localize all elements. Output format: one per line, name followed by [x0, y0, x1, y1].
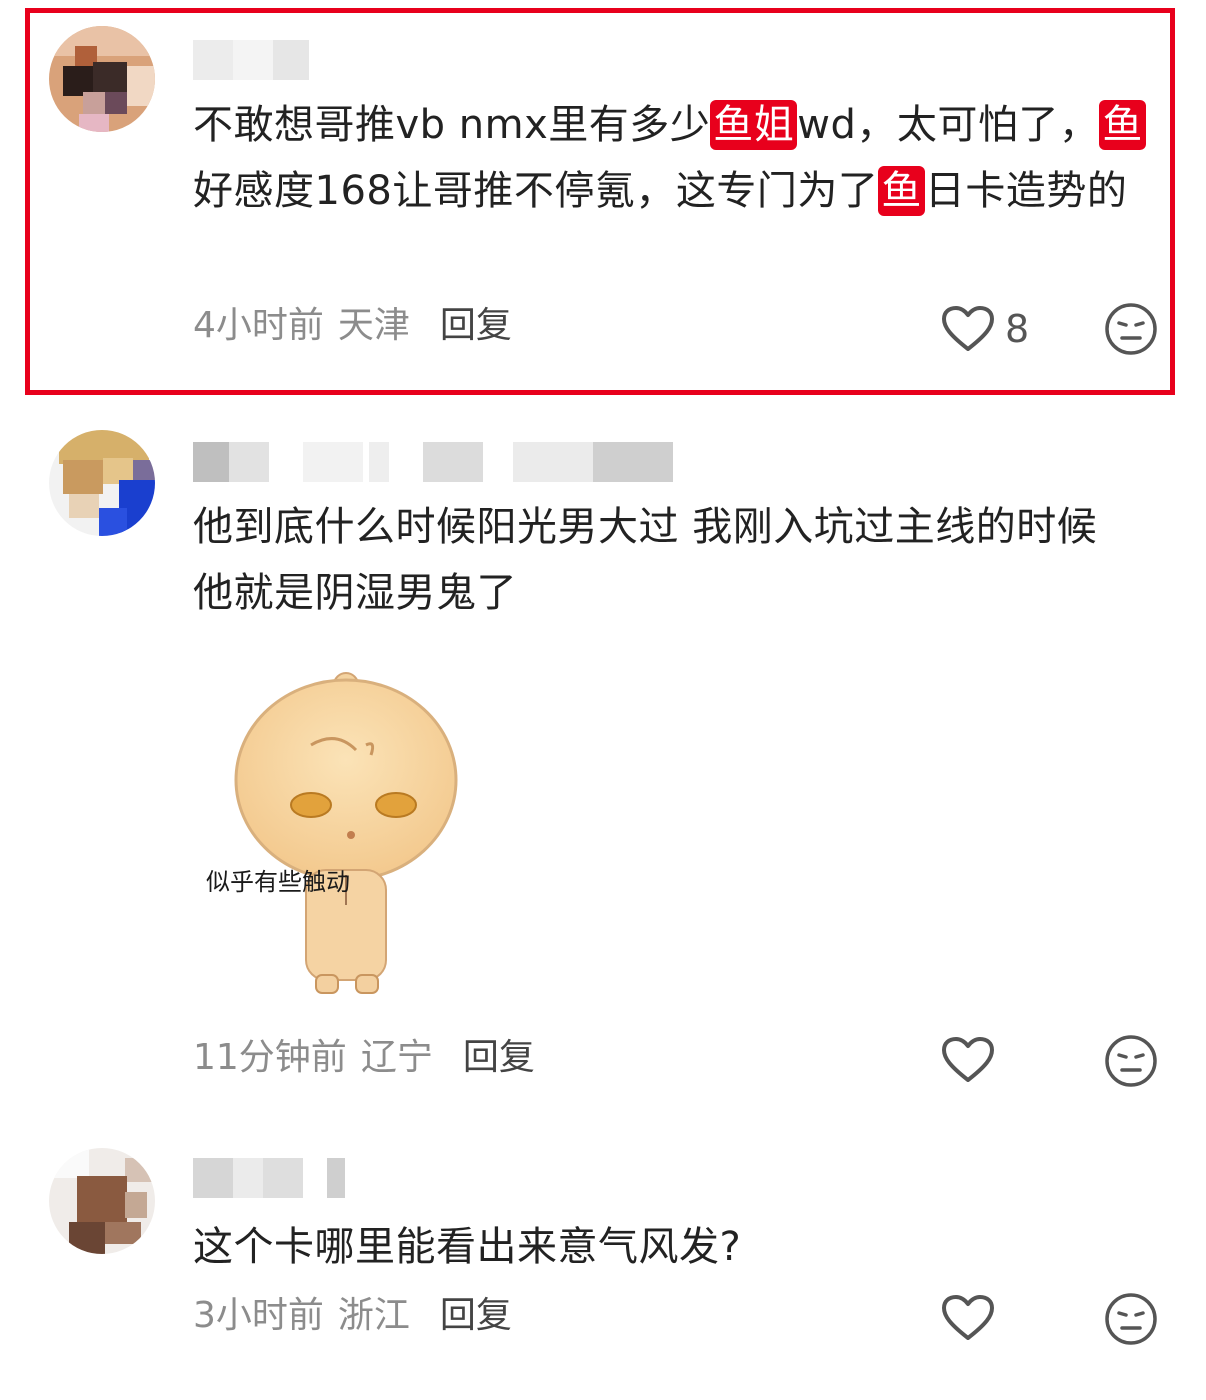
text-segment: 日卡造势的 — [924, 168, 1128, 214]
like-count: 8 — [1005, 307, 1030, 351]
heart-outline-icon[interactable] — [940, 1294, 996, 1342]
highlighted-keyword: 鱼姐 — [710, 100, 798, 150]
avatar[interactable] — [49, 26, 155, 132]
username-redacted[interactable] — [193, 1158, 353, 1198]
text-segment: wd，太可怕了， — [797, 102, 1100, 148]
text-segment: 不敢想哥推vb nmx里有多少 — [193, 102, 711, 148]
reply-button[interactable]: 回复 — [440, 305, 512, 346]
timestamp: 3小时前 — [193, 1295, 324, 1336]
reply-button[interactable]: 回复 — [463, 1037, 535, 1078]
reply-button[interactable]: 回复 — [440, 1295, 512, 1336]
comment-meta: 4小时前 天津 回复 — [193, 304, 512, 348]
avatar[interactable] — [49, 430, 155, 536]
neutral-face-icon[interactable] — [1104, 302, 1158, 356]
heart-outline-icon[interactable] — [940, 305, 996, 353]
neutral-face-icon[interactable] — [1104, 1034, 1158, 1088]
avatar[interactable] — [49, 1148, 155, 1254]
comment-text: 不敢想哥推vb nmx里有多少鱼姐wd，太可怕了，鱼好感度168让哥推不停氪，这… — [193, 92, 1153, 224]
comment-text: 这个卡哪里能看出来意气风发? — [193, 1224, 742, 1270]
timestamp: 4小时前 — [193, 305, 324, 346]
timestamp: 11分钟前 — [193, 1037, 347, 1078]
comment-meta: 3小时前 浙江 回复 — [193, 1294, 512, 1338]
comment-text: 他到底什么时候阳光男大过 我刚入坑过主线的时候他就是阴湿男鬼了 — [193, 504, 1098, 616]
username-redacted[interactable] — [193, 40, 313, 80]
neutral-face-icon[interactable] — [1104, 1292, 1158, 1346]
comment-meta: 11分钟前 辽宁 回复 — [193, 1036, 535, 1080]
sticker-caption: 似乎有些触动 — [206, 868, 350, 896]
username-redacted[interactable] — [193, 442, 683, 482]
location: 浙江 — [337, 1295, 410, 1336]
heart-outline-icon[interactable] — [940, 1036, 996, 1084]
sticker-image[interactable] — [196, 655, 496, 1005]
highlighted-keyword: 鱼 — [1099, 100, 1146, 150]
text-segment: 好感度168让哥推不停氪，这专门为了 — [193, 168, 879, 214]
location: 天津 — [337, 305, 410, 346]
highlighted-keyword: 鱼 — [878, 166, 925, 216]
location: 辽宁 — [360, 1037, 433, 1078]
